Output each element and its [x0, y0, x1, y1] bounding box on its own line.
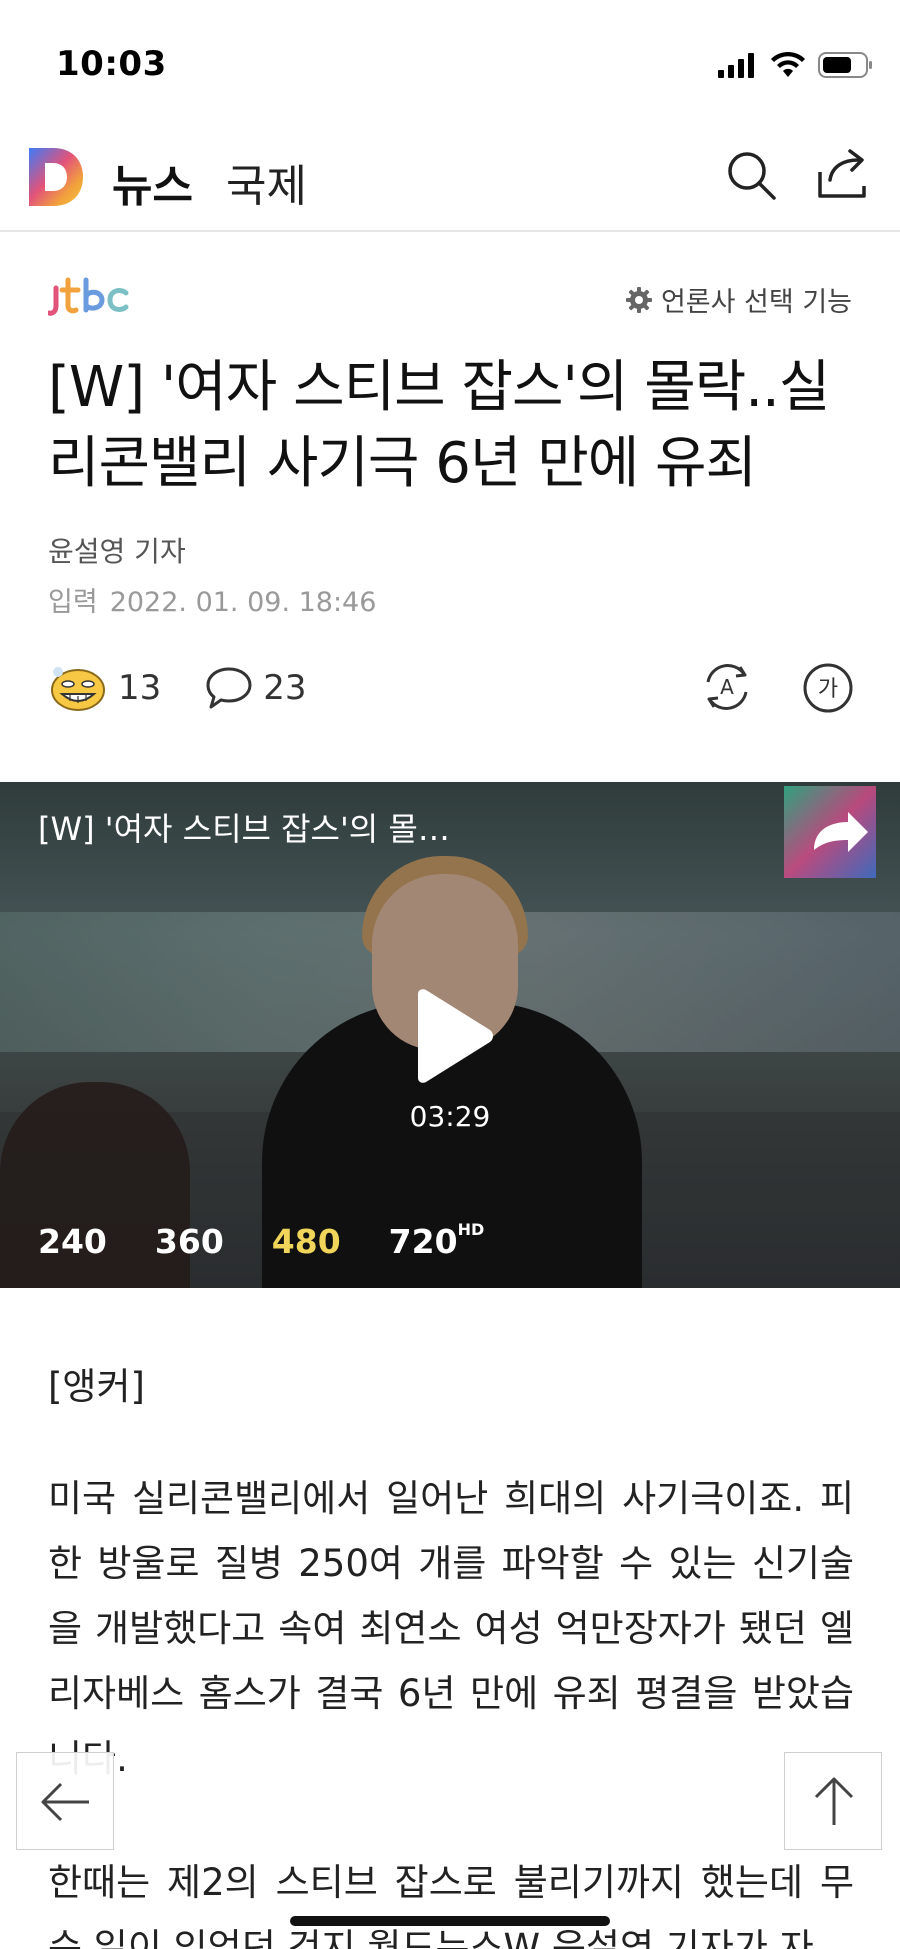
anchor-label: [앵커] [48, 1365, 145, 1408]
date-value: 2022. 01. 09. 18:46 [109, 587, 377, 618]
emotion-button[interactable]: 13 [48, 664, 161, 712]
video-duration: 03:29 [409, 1100, 491, 1133]
svg-text:가: 가 [818, 677, 838, 702]
comment-icon [206, 667, 252, 709]
publish-date: 입력 2022. 01. 09. 18:46 [48, 580, 388, 619]
translate-icon[interactable]: A [700, 660, 754, 714]
arrow-left-icon [41, 1782, 89, 1822]
svg-text:A: A [720, 675, 734, 699]
scroll-top-button[interactable] [784, 1752, 882, 1850]
quality-option-480[interactable]: 480 [272, 1222, 341, 1261]
quality-selector: 240 360 480 720HD [38, 1220, 485, 1261]
press-select-button[interactable]: 언론사 선택 기능 [625, 280, 852, 319]
comment-count: 23 [263, 668, 307, 708]
reaction-row: 13 23 [48, 658, 351, 718]
font-size-icon[interactable]: 가 [802, 662, 854, 714]
jtbc-share-badge-icon[interactable] [784, 786, 876, 878]
share-icon[interactable] [816, 146, 870, 200]
wifi-icon [771, 51, 805, 77]
quality-label: 240 [38, 1222, 107, 1261]
quality-label: 360 [154, 1222, 224, 1261]
quality-option-720[interactable]: 720HD [388, 1220, 485, 1261]
video-player[interactable]: [W] '여자 스티브 잡스'의 몰… 03:29 240 360 480 720HD [0, 782, 900, 1288]
date-label: 입력 [48, 587, 98, 618]
reporter-name[interactable]: 윤설영 기자 [48, 530, 186, 570]
app-header: 뉴스 국제 [0, 130, 900, 232]
back-button[interactable] [16, 1752, 114, 1850]
press-select-label: 언론사 선택 기능 [660, 287, 852, 318]
header-title[interactable]: 뉴스 [112, 150, 193, 214]
article-paragraph: 한때는 제2의 스티브 잡스로 불리기까지 했는데 무슨 일이 있었던 건지 월… [48, 1861, 854, 1949]
video-title: [W] '여자 스티브 잡스'의 몰… [38, 810, 450, 848]
status-icons [718, 48, 874, 82]
play-icon[interactable] [410, 988, 494, 1084]
arrow-up-icon [814, 1777, 854, 1825]
article-paragraph: 미국 실리콘밸리에서 일어난 희대의 사기극이죠. 피 한 방울로 질병 250… [48, 1477, 854, 1780]
hd-badge: HD [457, 1220, 485, 1239]
comment-button[interactable]: 23 [205, 665, 307, 711]
header-section[interactable]: 국제 [226, 150, 307, 214]
quality-option-240[interactable]: 240 [38, 1222, 107, 1261]
battery-icon [818, 52, 872, 78]
gear-icon [625, 286, 652, 313]
home-indicator [290, 1916, 610, 1926]
emoticon-icon [51, 667, 105, 711]
search-icon[interactable] [724, 148, 778, 202]
article-title: [W] '여자 스티브 잡스'의 몰락..실리콘밸리 사기극 6년 만에 유죄 [48, 355, 830, 496]
quality-label: 480 [271, 1222, 341, 1261]
signal-icon [718, 53, 754, 78]
status-time: 10:03 [56, 44, 167, 84]
reaction-count: 13 [118, 668, 162, 708]
quality-option-360[interactable]: 360 [155, 1222, 224, 1261]
daum-logo-icon[interactable] [27, 146, 85, 208]
jtbc-logo[interactable] [48, 276, 130, 318]
status-bar: 10:03 [0, 0, 900, 130]
quality-label: 720 [388, 1222, 458, 1261]
